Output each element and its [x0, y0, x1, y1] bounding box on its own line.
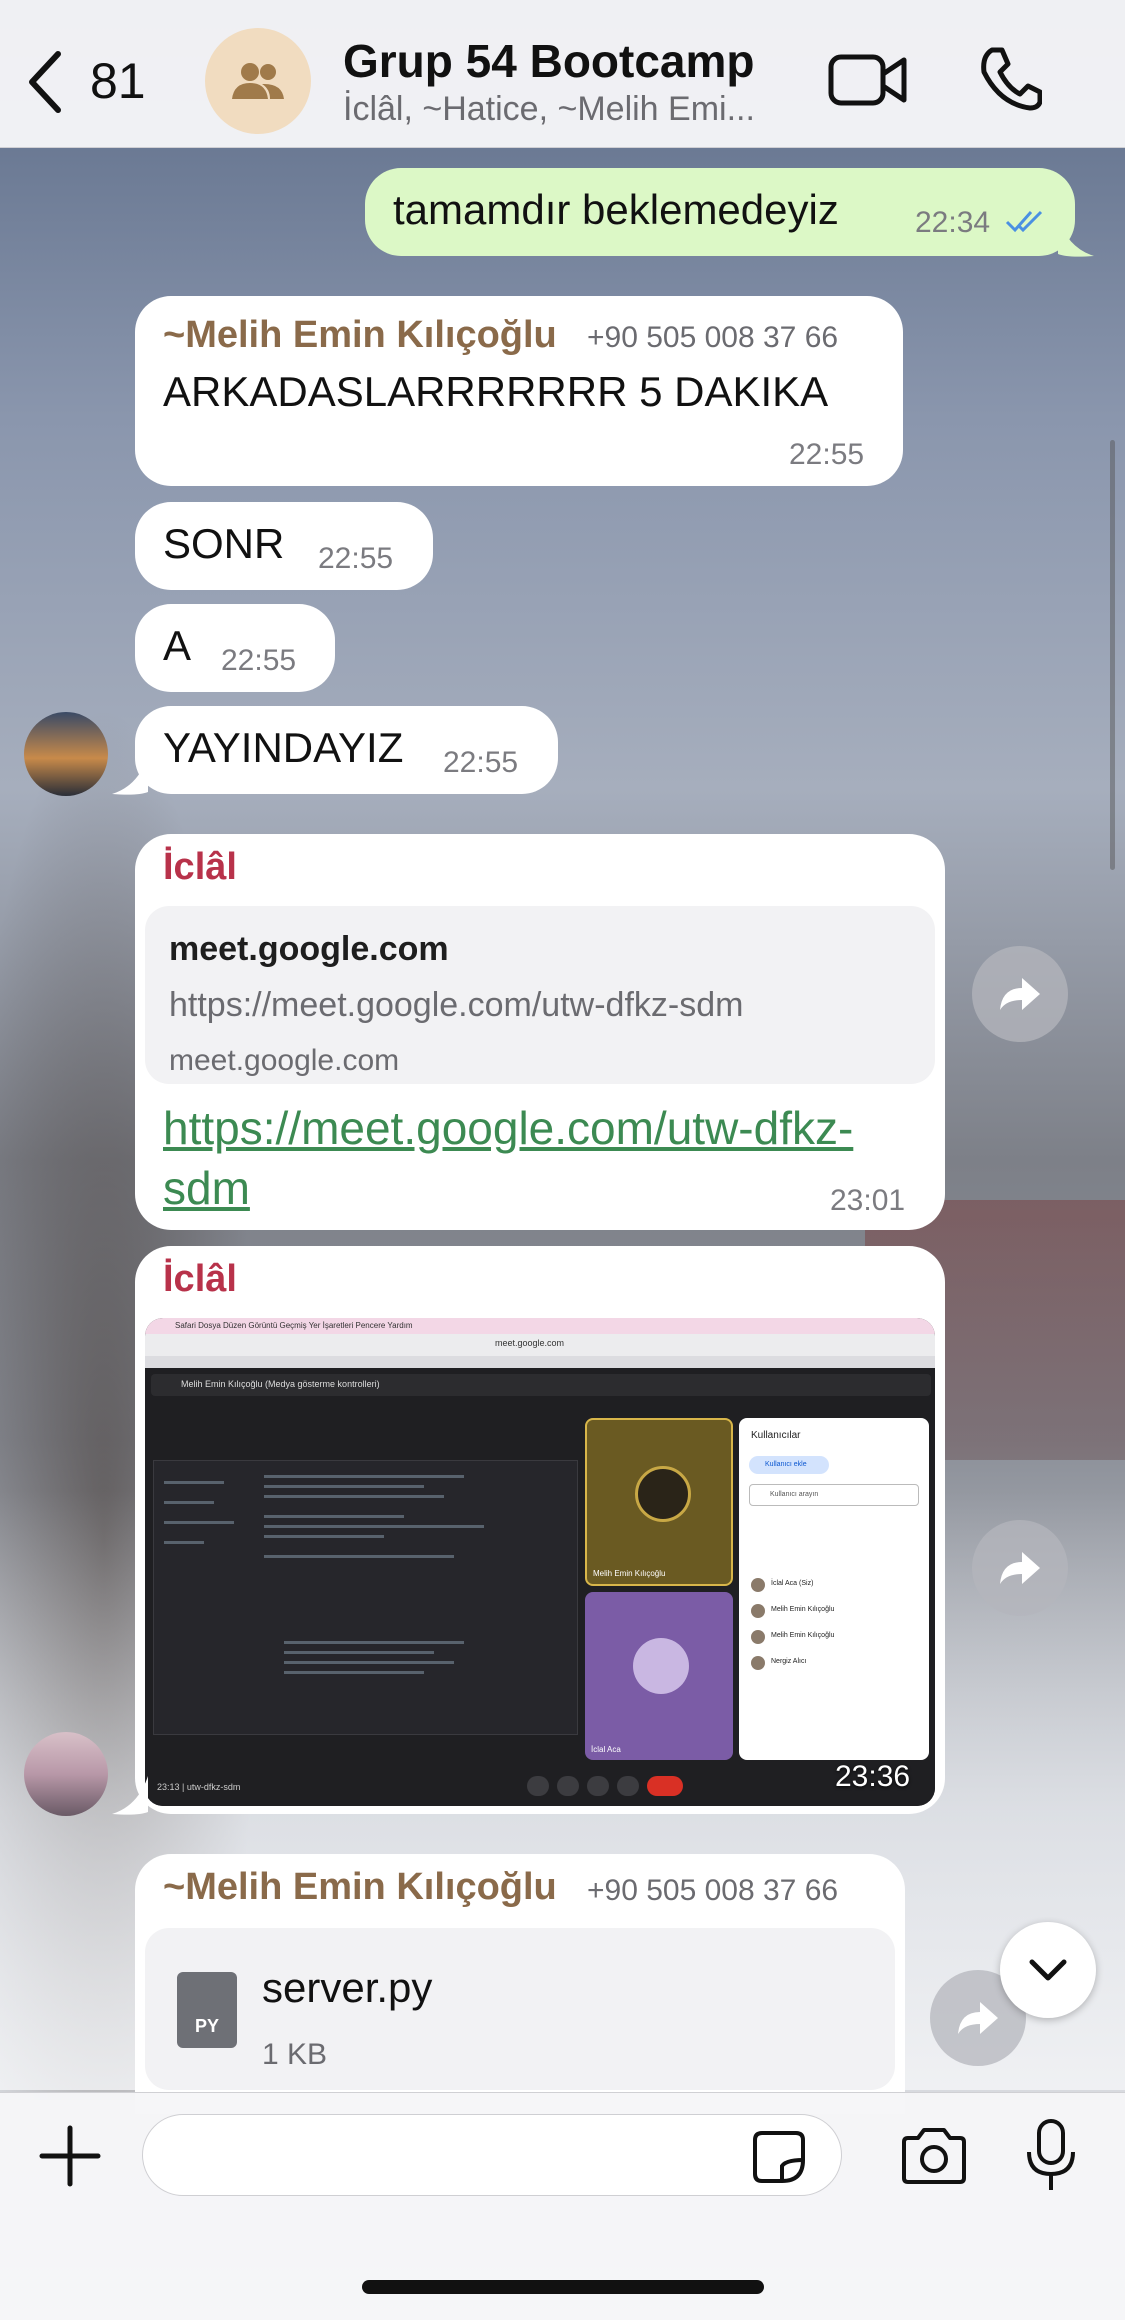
shot-participant-tile: İclal Aca: [585, 1592, 733, 1760]
scroll-down-button[interactable]: [1000, 1922, 1096, 2018]
group-avatar-icon[interactable]: [205, 28, 311, 134]
bubble-tail: [1058, 218, 1094, 257]
sticker-icon[interactable]: [752, 2130, 806, 2184]
sender-phone: +90 505 008 37 66: [587, 1874, 839, 1907]
incoming-message[interactable]: YAYINDAYIZ 22:55: [135, 706, 558, 794]
phone-call-icon[interactable]: [978, 46, 1042, 112]
sender-name[interactable]: İclâl: [163, 1258, 237, 1301]
sender-name[interactable]: İclâl: [163, 846, 237, 889]
link-preview-domain: meet.google.com: [169, 1044, 400, 1077]
incoming-message[interactable]: A 22:55: [135, 604, 335, 692]
message-time: 22:55: [318, 542, 394, 575]
shot-tabs: [145, 1356, 935, 1368]
sender-avatar[interactable]: [24, 712, 108, 796]
bubble-tail: [112, 756, 148, 795]
chat-title[interactable]: Grup 54 Bootcamp: [343, 34, 755, 88]
message-link[interactable]: https://meet.google.com/utw-dfkz-sdm: [163, 1098, 923, 1218]
shot-meet-title: Melih Emin Kılıçoğlu (Medya gösterme kon…: [181, 1379, 380, 1389]
incoming-message[interactable]: ~Melih Emin Kılıçoğlu +90 505 008 37 66 …: [135, 296, 903, 486]
message-text: ARKADASLARRRRRRR 5 DAKIKA: [163, 368, 829, 415]
sender-phone: +90 505 008 37 66: [587, 321, 839, 354]
message-time: 22:55: [789, 438, 865, 471]
read-ticks-icon: [1005, 210, 1043, 233]
message-text: A: [163, 622, 192, 669]
message-text: tamamdır beklemedeyiz: [393, 186, 839, 233]
message-time: 22:34: [915, 206, 991, 239]
shot-code-editor: [153, 1460, 578, 1735]
shot-url: meet.google.com: [495, 1338, 565, 1348]
forward-icon[interactable]: [972, 946, 1068, 1042]
bubble-tail: [112, 1776, 148, 1815]
camera-icon[interactable]: [898, 2126, 970, 2186]
shot-hangup: [647, 1776, 683, 1796]
outgoing-message[interactable]: tamamdır beklemedeyiz 22:34: [365, 168, 1075, 256]
shot-meet-code: 23:13 | utw-dfkz-sdm: [157, 1782, 241, 1792]
file-attachment[interactable]: PY server.py 1 KB: [145, 1928, 895, 2090]
link-preview[interactable]: meet.google.com https://meet.google.com/…: [145, 906, 935, 1084]
microphone-icon[interactable]: [1024, 2118, 1078, 2194]
forward-icon[interactable]: [972, 1520, 1068, 1616]
file-name: server.py: [262, 1964, 433, 2011]
link-preview-title: meet.google.com: [169, 930, 449, 968]
chevron-down-icon: [1029, 1959, 1067, 1981]
chat-header: 81 Grup 54 Bootcamp İclâl, ~Hatice, ~Mel…: [0, 0, 1125, 148]
sender-name[interactable]: ~Melih Emin Kılıçoğlu: [163, 1866, 557, 1909]
link-preview-url: https://meet.google.com/utw-dfkz-sdm: [169, 986, 744, 1024]
shot-participant-tile: Melih Emin Kılıçoğlu: [585, 1418, 733, 1586]
message-time: 23:36: [835, 1760, 911, 1793]
video-call-icon[interactable]: [828, 52, 908, 108]
chat-members[interactable]: İclâl, ~Hatice, ~Melih Emi...: [343, 90, 755, 129]
scrollbar[interactable]: [1110, 440, 1115, 870]
file-icon: PY: [177, 1972, 237, 2048]
unread-count[interactable]: 81: [90, 52, 146, 110]
plus-icon[interactable]: [38, 2124, 102, 2188]
message-time: 23:01: [830, 1184, 906, 1217]
message-text: SONR: [163, 520, 285, 567]
message-time: 22:55: [221, 644, 297, 677]
home-indicator[interactable]: [362, 2280, 764, 2294]
sender-name[interactable]: ~Melih Emin Kılıçoğlu: [163, 314, 557, 357]
file-size: 1 KB: [262, 2038, 328, 2071]
shot-people-panel: Kullanıcılar Kullanıcı ekle Kullanıcı ar…: [739, 1418, 929, 1760]
shot-menubar: Safari Dosya Düzen Görüntü Geçmiş Yer İş…: [145, 1318, 935, 1334]
incoming-message[interactable]: SONR 22:55: [135, 502, 433, 590]
sender-avatar[interactable]: [24, 1732, 108, 1816]
chevron-left-icon[interactable]: [24, 50, 64, 114]
message-text: YAYINDAYIZ: [163, 724, 404, 771]
image-attachment[interactable]: Safari Dosya Düzen Görüntü Geçmiş Yer İş…: [145, 1318, 935, 1806]
message-input[interactable]: [142, 2114, 842, 2196]
message-time: 22:55: [443, 746, 519, 779]
